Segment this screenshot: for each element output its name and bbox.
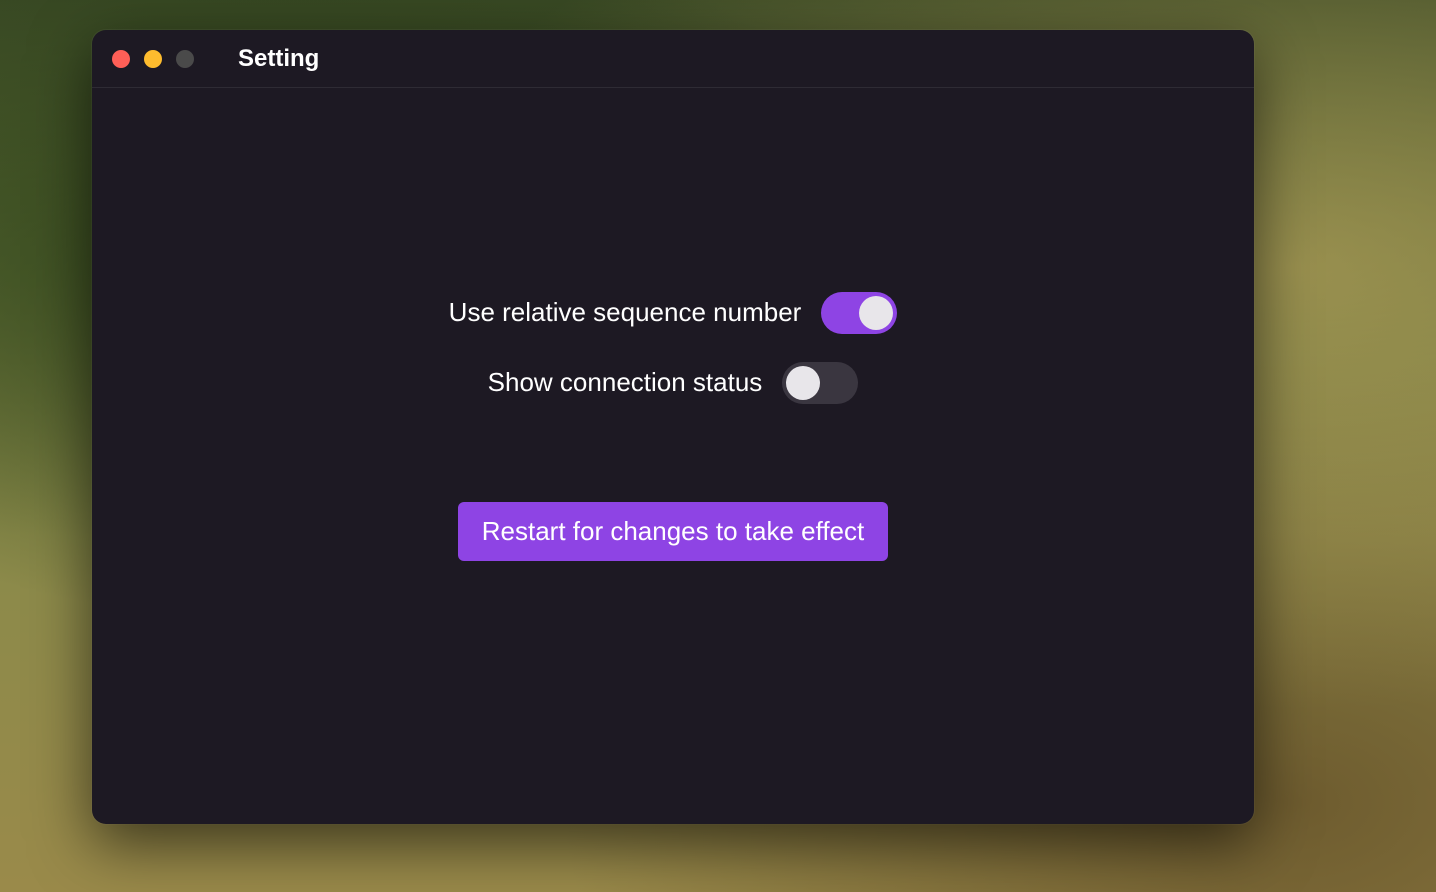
restart-button[interactable]: Restart for changes to take effect bbox=[458, 502, 889, 561]
toggle-connection-status[interactable] bbox=[782, 362, 858, 404]
settings-group: Use relative sequence number Show connec… bbox=[449, 292, 898, 561]
toggle-relative-sequence[interactable] bbox=[821, 292, 897, 334]
setting-label-relative-sequence: Use relative sequence number bbox=[449, 297, 802, 328]
settings-content: Use relative sequence number Show connec… bbox=[92, 88, 1254, 824]
minimize-icon[interactable] bbox=[144, 50, 162, 68]
close-icon[interactable] bbox=[112, 50, 130, 68]
setting-relative-sequence: Use relative sequence number bbox=[449, 292, 898, 334]
titlebar: Setting bbox=[92, 30, 1254, 88]
setting-label-connection-status: Show connection status bbox=[488, 367, 763, 398]
maximize-icon[interactable] bbox=[176, 50, 194, 68]
settings-window: Setting Use relative sequence number Sho… bbox=[92, 30, 1254, 824]
window-title: Setting bbox=[238, 45, 319, 73]
setting-connection-status: Show connection status bbox=[488, 362, 859, 404]
toggle-knob-icon bbox=[859, 296, 893, 330]
toggle-knob-icon bbox=[786, 366, 820, 400]
window-controls bbox=[112, 50, 194, 68]
